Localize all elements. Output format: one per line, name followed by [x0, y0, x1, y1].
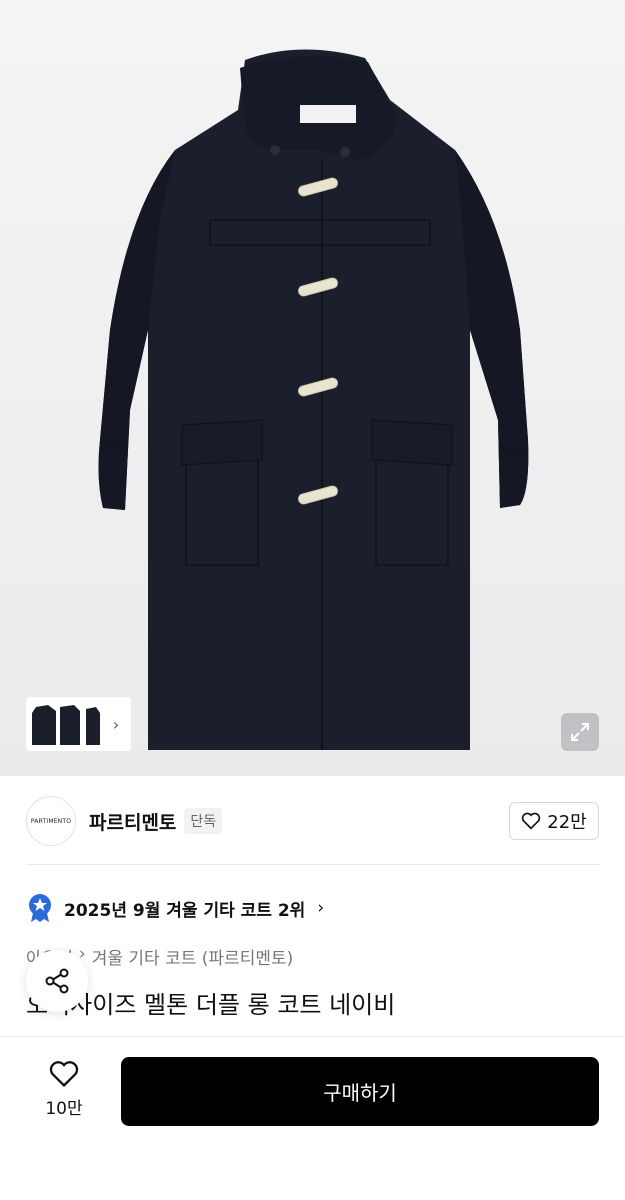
heart-icon	[49, 1061, 79, 1088]
wishlist-count: 10만	[45, 1099, 83, 1119]
product-image-area[interactable]: ›	[0, 0, 625, 776]
share-button[interactable]	[26, 950, 88, 1012]
exclusive-badge: 단독	[184, 808, 223, 834]
brand-row: PARTIMENTO 파르티멘토 단독 22만	[26, 796, 599, 846]
brand-like-count: 22만	[547, 812, 587, 833]
rank-badge-icon	[29, 894, 51, 922]
heart-icon	[522, 812, 541, 830]
thumbnail-strip[interactable]: ›	[26, 697, 131, 751]
brand-logo-text: PARTIMENTO	[30, 817, 72, 825]
chevron-right-icon: ›	[317, 898, 325, 918]
thumbnail-images	[30, 701, 102, 747]
share-icon	[45, 968, 69, 994]
ranking-link[interactable]: 2025년 9월 겨울 기타 코트 2위 ›	[26, 892, 324, 924]
product-image	[98, 49, 529, 750]
buy-button[interactable]: 구매하기	[121, 1057, 599, 1126]
brand-name[interactable]: 파르티멘토	[89, 808, 176, 835]
breadcrumb-current[interactable]: 겨울 기타 코트 (파르티멘토)	[92, 944, 294, 969]
wishlist-button[interactable]: 10만	[34, 1060, 94, 1119]
expand-button[interactable]	[561, 713, 599, 751]
ranking-text: 2025년 9월 겨울 기타 코트 2위	[64, 900, 306, 921]
brand-like-button[interactable]: 22만	[509, 802, 599, 840]
divider	[26, 864, 599, 865]
expand-icon	[571, 723, 589, 741]
thumbnail-next-icon[interactable]: ›	[106, 715, 126, 734]
brand-logo[interactable]: PARTIMENTO	[26, 796, 76, 846]
